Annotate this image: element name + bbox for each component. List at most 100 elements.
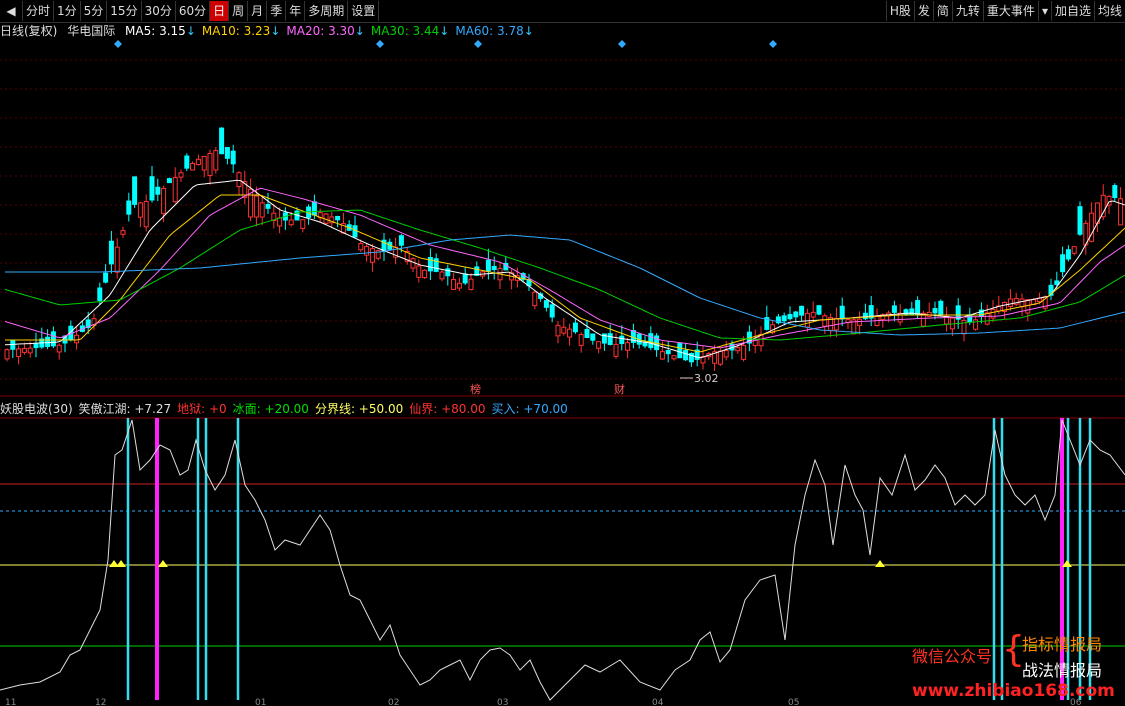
candle: [735, 347, 741, 352]
candle: [213, 150, 219, 171]
candle: [108, 240, 114, 265]
candle: [990, 308, 996, 319]
candle: [619, 335, 625, 345]
candle: [195, 158, 201, 166]
candle: [491, 266, 497, 271]
candle: [103, 272, 109, 283]
candle: [1007, 298, 1013, 307]
candle: [1060, 254, 1066, 273]
candle: [161, 187, 167, 215]
candle: [677, 343, 683, 359]
candle: [253, 195, 259, 218]
candle: [311, 201, 317, 216]
candle: [717, 350, 723, 365]
x-tick-label: 12: [95, 698, 106, 706]
marker-bang: 榜: [470, 382, 481, 396]
candle: [190, 163, 196, 171]
candle: [648, 333, 654, 349]
candle: [1077, 206, 1083, 235]
candle: [369, 248, 375, 263]
candle: [909, 308, 915, 316]
candle: [1025, 299, 1031, 314]
buy-triangle-icon: [116, 560, 126, 567]
event-diamond-icon: [474, 40, 482, 48]
candle: [816, 305, 822, 315]
event-diamond-icon: [376, 40, 384, 48]
marker-cai: 财: [614, 382, 625, 396]
candle: [27, 347, 33, 354]
candle: [590, 333, 596, 341]
x-tick-label: 03: [497, 698, 508, 706]
candle: [120, 230, 126, 235]
candle: [21, 348, 27, 353]
candle: [137, 202, 143, 218]
candle: [973, 319, 979, 330]
candle: [607, 333, 613, 346]
candle: [456, 282, 462, 289]
event-diamond-icon: [618, 40, 626, 48]
candle: [300, 219, 306, 229]
candle: [451, 279, 457, 290]
candle: [439, 271, 445, 280]
candle: [984, 312, 990, 325]
candle: [932, 308, 938, 314]
candle: [149, 176, 155, 201]
candle: [398, 235, 404, 246]
candle: [422, 269, 428, 279]
candle: [259, 202, 265, 218]
candle: [155, 186, 161, 195]
candle: [184, 155, 190, 169]
candle: [793, 311, 799, 318]
candle: [665, 350, 671, 355]
candle: [572, 322, 578, 333]
ma30-line: [4, 209, 1125, 341]
candle: [596, 341, 602, 349]
candle: [613, 343, 619, 357]
candle: [201, 155, 207, 171]
candle: [625, 342, 631, 351]
candle: [277, 217, 283, 227]
candle: [822, 315, 828, 327]
candle: [787, 314, 793, 320]
x-tick-label: 02: [388, 698, 399, 706]
candle: [543, 300, 549, 308]
candle: [288, 219, 294, 226]
watermark-wechat: 微信公众号: [912, 647, 993, 666]
candle: [462, 273, 468, 284]
buy-triangle-icon: [875, 560, 885, 567]
candle: [97, 287, 103, 301]
watermark-line2: 战法情报局: [1022, 661, 1103, 680]
candle: [352, 225, 358, 238]
candle: [549, 304, 555, 318]
candle: [143, 200, 149, 228]
watermark-url: www.zhibiao168.com: [912, 681, 1115, 701]
candle: [56, 344, 62, 353]
candle: [207, 153, 213, 176]
candle: [839, 305, 845, 320]
buy-triangle-icon: [158, 560, 168, 567]
event-diamond-icon: [769, 40, 777, 48]
watermark-line1: 指标情报局: [1022, 635, 1103, 654]
candle: [781, 315, 787, 322]
candle: [335, 215, 341, 221]
candle: [862, 312, 868, 320]
candle: [178, 172, 184, 178]
candle: [671, 355, 677, 360]
candle: [50, 331, 56, 347]
x-tick-label: 01: [255, 698, 266, 706]
candle: [45, 336, 51, 347]
candle: [172, 176, 178, 203]
candle: [230, 150, 236, 165]
x-tick-label: 05: [788, 698, 799, 706]
candle: [723, 350, 729, 358]
candle: [468, 278, 474, 291]
candle: [1019, 298, 1025, 308]
candle: [799, 305, 805, 316]
candle: [683, 349, 689, 361]
candle: [938, 300, 944, 316]
candle: [810, 311, 816, 318]
stock-chart[interactable]: 3.02榜 财11 12 01 02 03 04 05 06: [0, 0, 1125, 706]
candle: [555, 324, 561, 337]
event-diamond-icon: [114, 40, 122, 48]
candle: [358, 243, 364, 251]
